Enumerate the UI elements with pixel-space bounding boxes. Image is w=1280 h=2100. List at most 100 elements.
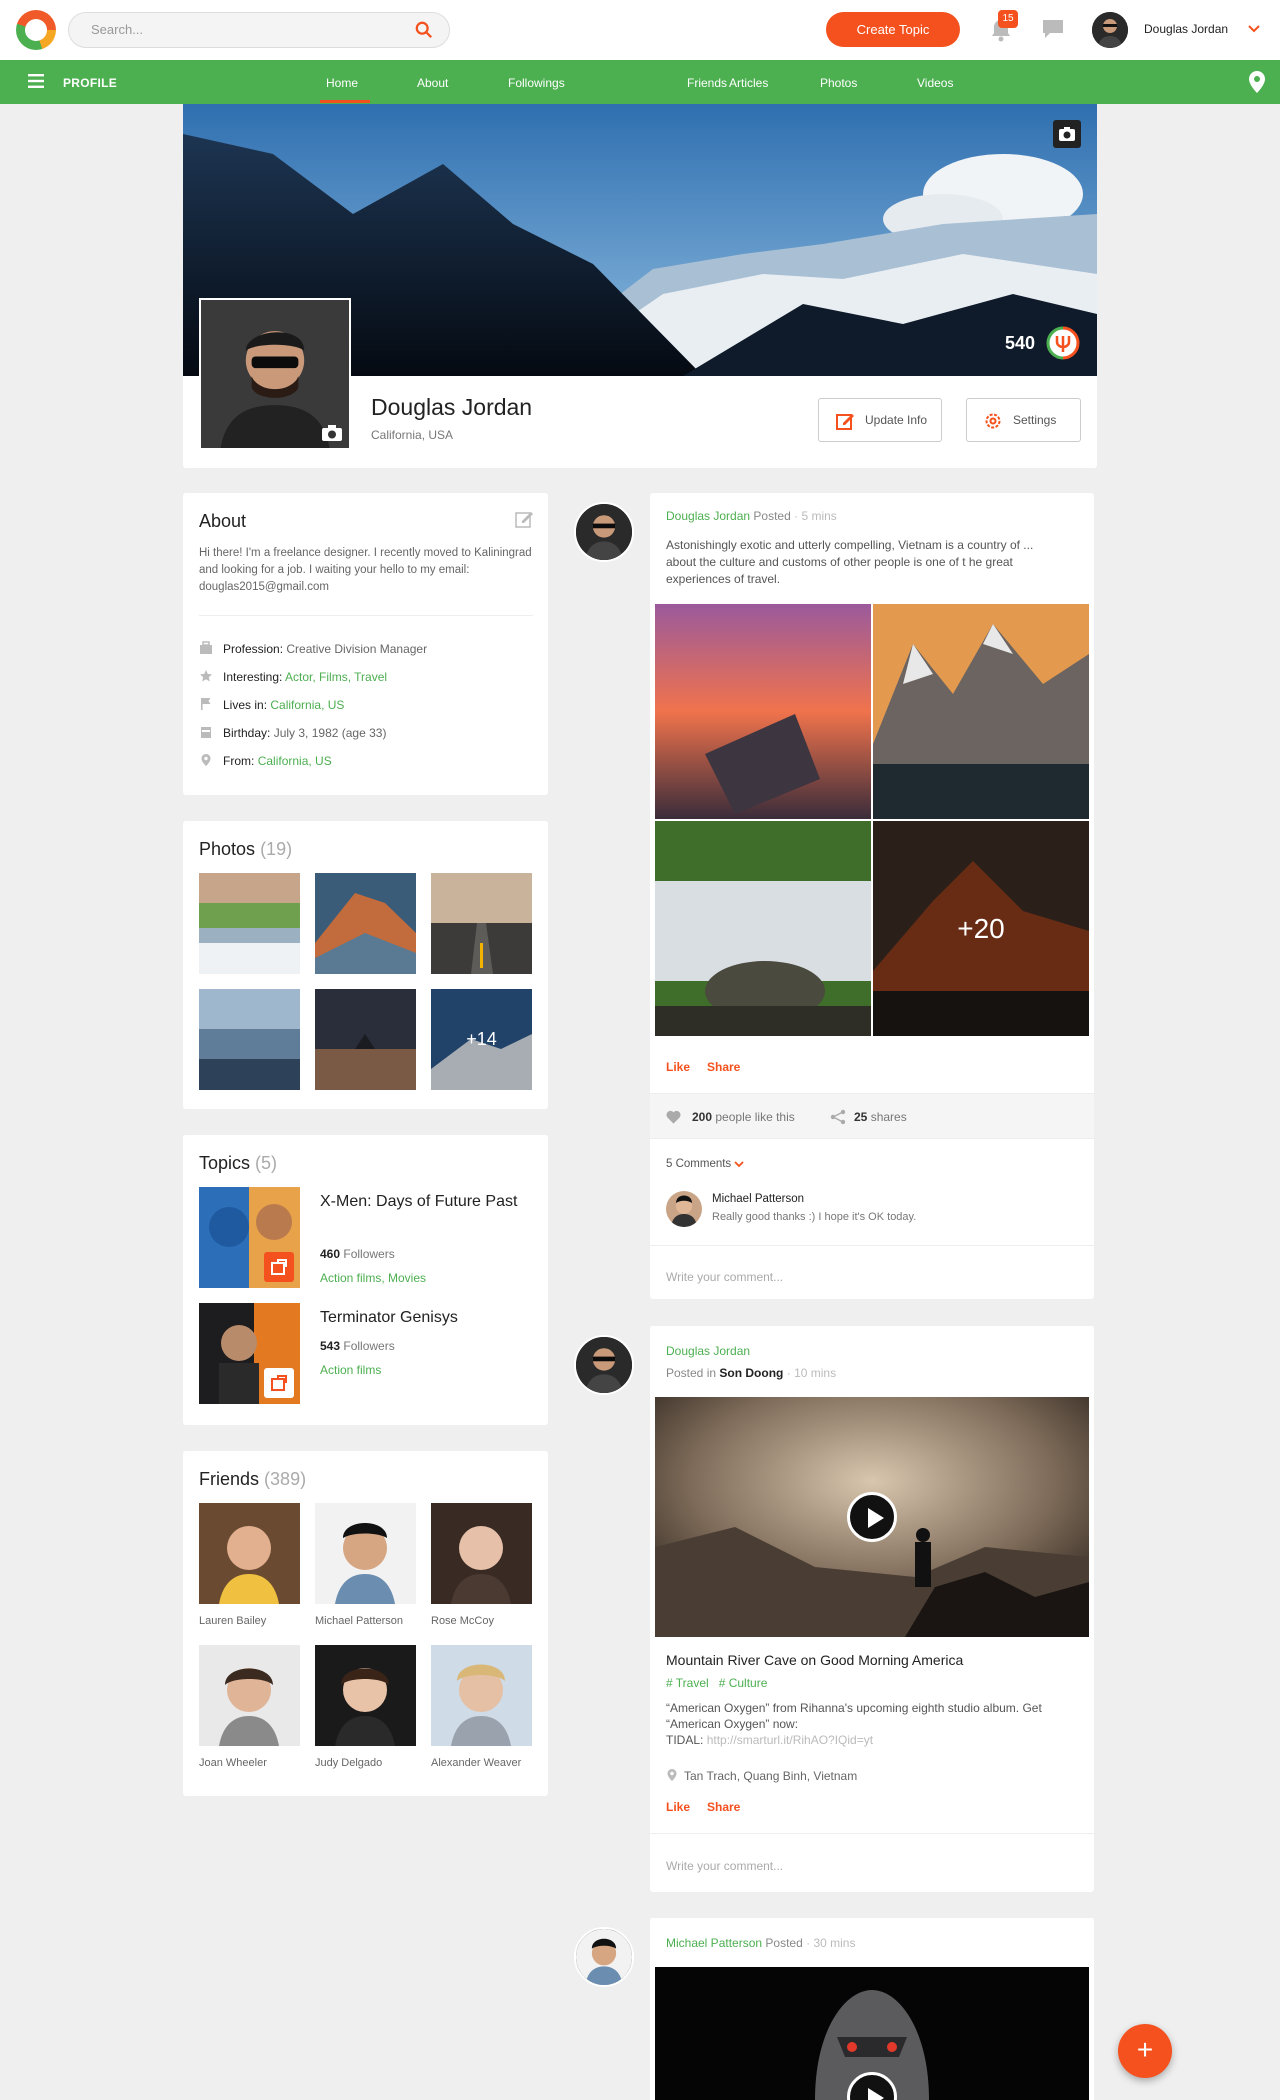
post-subheader: Posted in Son Doong · 10 mins [666,1366,837,1380]
share-icon[interactable] [264,1252,294,1282]
create-topic-button[interactable]: Create Topic [826,12,960,47]
post-photo[interactable] [873,604,1089,819]
topics-title: Topics (5) [199,1153,277,1174]
menu-icon[interactable] [28,74,44,88]
commenter-name[interactable]: Michael Patterson [712,1193,804,1205]
shares-label: shares [870,1110,907,1124]
like-button[interactable]: Like [666,1060,690,1074]
user-avatar[interactable] [1092,12,1128,48]
friend-name[interactable]: Alexander Weaver [431,1757,541,1769]
post-photo[interactable] [655,604,871,819]
photo-thumb[interactable] [199,989,300,1090]
post-author-avatar[interactable] [574,502,634,562]
photo-thumb-more[interactable]: +14 [431,989,532,1090]
active-tab-indicator [320,100,370,103]
tab-friends[interactable]: Friends [687,76,727,90]
nav-profile-label: PROFILE [63,76,118,90]
commenter-avatar[interactable] [666,1191,702,1227]
tab-articles[interactable]: Articles [729,76,768,90]
play-icon[interactable] [847,1492,897,1542]
post-author-name[interactable]: Douglas Jordan [666,1344,750,1358]
post-photo[interactable] [655,821,871,1036]
location-pin-icon[interactable] [1248,70,1266,94]
settings-button[interactable]: Settings [966,398,1081,442]
tab-home[interactable]: Home [326,76,358,90]
search-icon[interactable] [415,21,433,39]
photo-thumb[interactable] [315,873,416,974]
lives-value[interactable]: California, US [270,698,344,712]
photo-thumb[interactable] [431,873,532,974]
post-video[interactable] [655,1397,1089,1637]
heart-icon[interactable] [666,1110,681,1124]
friend-avatar[interactable] [315,1503,416,1604]
friend-name[interactable]: Joan Wheeler [199,1757,309,1769]
share-icon[interactable] [264,1368,294,1398]
friend-avatar[interactable] [315,1645,416,1746]
topic-followers: 460 Followers [320,1247,395,1261]
post-author[interactable]: Michael Patterson [666,1936,762,1950]
topic-tags[interactable]: Action films, Movies [320,1271,426,1285]
posted-in-label: Posted in [666,1366,717,1380]
divider [199,615,533,616]
post-photo-more[interactable]: +20 [873,821,1089,1036]
post-title[interactable]: Mountain River Cave on Good Morning Amer… [666,1652,963,1668]
comment-input[interactable]: Write your comment... [666,1270,783,1284]
tab-about[interactable]: About [417,76,448,90]
user-name[interactable]: Douglas Jordan [1144,22,1228,36]
search-input[interactable]: Search... [68,12,450,48]
post-card: Douglas Jordan Posted · 5 mins Astonishi… [650,493,1094,1299]
tag[interactable]: # Travel [666,1676,709,1690]
chevron-down-icon[interactable] [1248,24,1260,34]
friend-avatar[interactable] [199,1503,300,1604]
post-verb: Posted [765,1936,803,1950]
friend-avatar[interactable] [431,1645,532,1746]
topic-tags[interactable]: Action films [320,1363,381,1377]
post-place[interactable]: Son Doong [719,1366,783,1380]
post-video[interactable] [655,1967,1089,2100]
tab-followings[interactable]: Followings [508,76,565,90]
topic-title[interactable]: X-Men: Days of Future Past [320,1191,520,1213]
post-author-avatar[interactable] [574,1335,634,1395]
friend-avatar[interactable] [199,1645,300,1746]
profile-picture[interactable] [199,298,351,450]
tab-photos[interactable]: Photos [820,76,857,90]
friend-name[interactable]: Lauren Bailey [199,1615,309,1627]
friend-name[interactable]: Rose McCoy [431,1615,541,1627]
birthday-row: Birthday: July 3, 1982 (age 33) [199,725,386,740]
update-info-label: Update Info [865,413,928,427]
camera-icon[interactable] [321,424,343,442]
friend-name[interactable]: Michael Patterson [315,1615,425,1627]
score-count: 540 [1004,333,1035,353]
post-author[interactable]: Douglas Jordan [666,509,750,523]
chat-icon[interactable] [1042,19,1064,39]
topic-title[interactable]: Terminator Genisys [320,1307,520,1329]
logo-icon[interactable] [16,10,56,50]
post-author-avatar[interactable] [574,1927,634,1987]
photo-thumb[interactable] [315,989,416,1090]
edit-icon[interactable] [514,509,534,529]
tidal-link[interactable]: http://smarturl.it/RihAO?IQid=yt [707,1733,873,1747]
friend-name[interactable]: Judy Delgado [315,1757,425,1769]
share-icon[interactable] [830,1109,846,1125]
add-fab-button[interactable]: + [1118,2024,1172,2078]
share-button[interactable]: Share [707,1060,740,1074]
share-button[interactable]: Share [707,1800,740,1814]
tag[interactable]: # Culture [719,1676,768,1690]
photo-thumb[interactable] [199,873,300,974]
from-value[interactable]: California, US [258,754,332,768]
topic-image[interactable] [199,1187,300,1288]
tab-videos[interactable]: Videos [917,76,953,90]
top-bar: Search... Create Topic 15 Douglas Jordan [0,0,1280,60]
post-header: Douglas Jordan Posted · 5 mins [666,509,837,523]
friend-avatar[interactable] [431,1503,532,1604]
shares-count: 25 [854,1110,868,1124]
cover-camera-icon[interactable] [1053,120,1081,148]
interesting-value[interactable]: Actor, Films, Travel [285,670,387,684]
update-info-button[interactable]: Update Info [818,398,942,442]
like-button[interactable]: Like [666,1800,690,1814]
likes-label: people like this [715,1110,795,1124]
more-photos-count: +14 [431,989,532,1090]
comment-input[interactable]: Write your comment... [666,1859,783,1873]
comments-toggle[interactable]: 5 Comments [666,1158,745,1170]
topic-image[interactable] [199,1303,300,1404]
